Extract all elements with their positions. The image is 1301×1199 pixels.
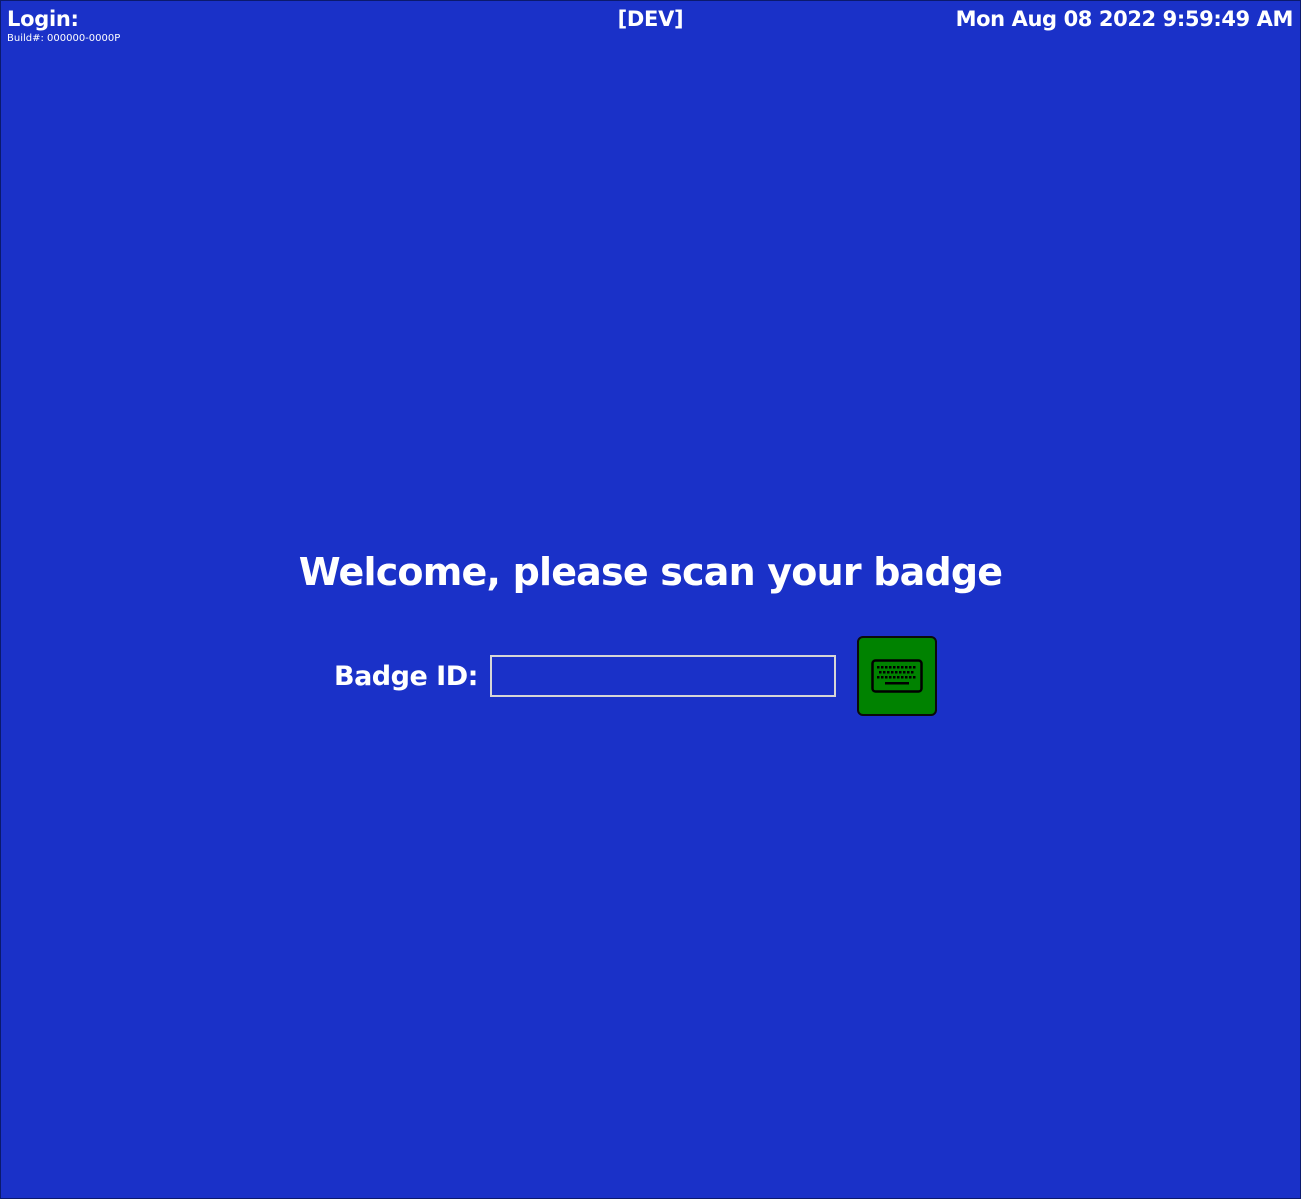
welcome-message: Welcome, please scan your badge xyxy=(298,550,1003,594)
login-screen: Login: Build#: 000000-0000P [DEV] Mon Au… xyxy=(0,0,1301,1199)
keyboard-icon xyxy=(871,659,923,693)
badge-login-row: Badge ID: xyxy=(334,636,937,716)
on-screen-keyboard-button[interactable] xyxy=(857,636,937,716)
badge-id-label: Badge ID: xyxy=(334,660,478,692)
datetime-display: Mon Aug 08 2022 9:59:49 AM xyxy=(955,7,1294,31)
build-number: Build#: 000000-0000P xyxy=(7,33,121,44)
badge-id-input[interactable] xyxy=(490,655,836,697)
